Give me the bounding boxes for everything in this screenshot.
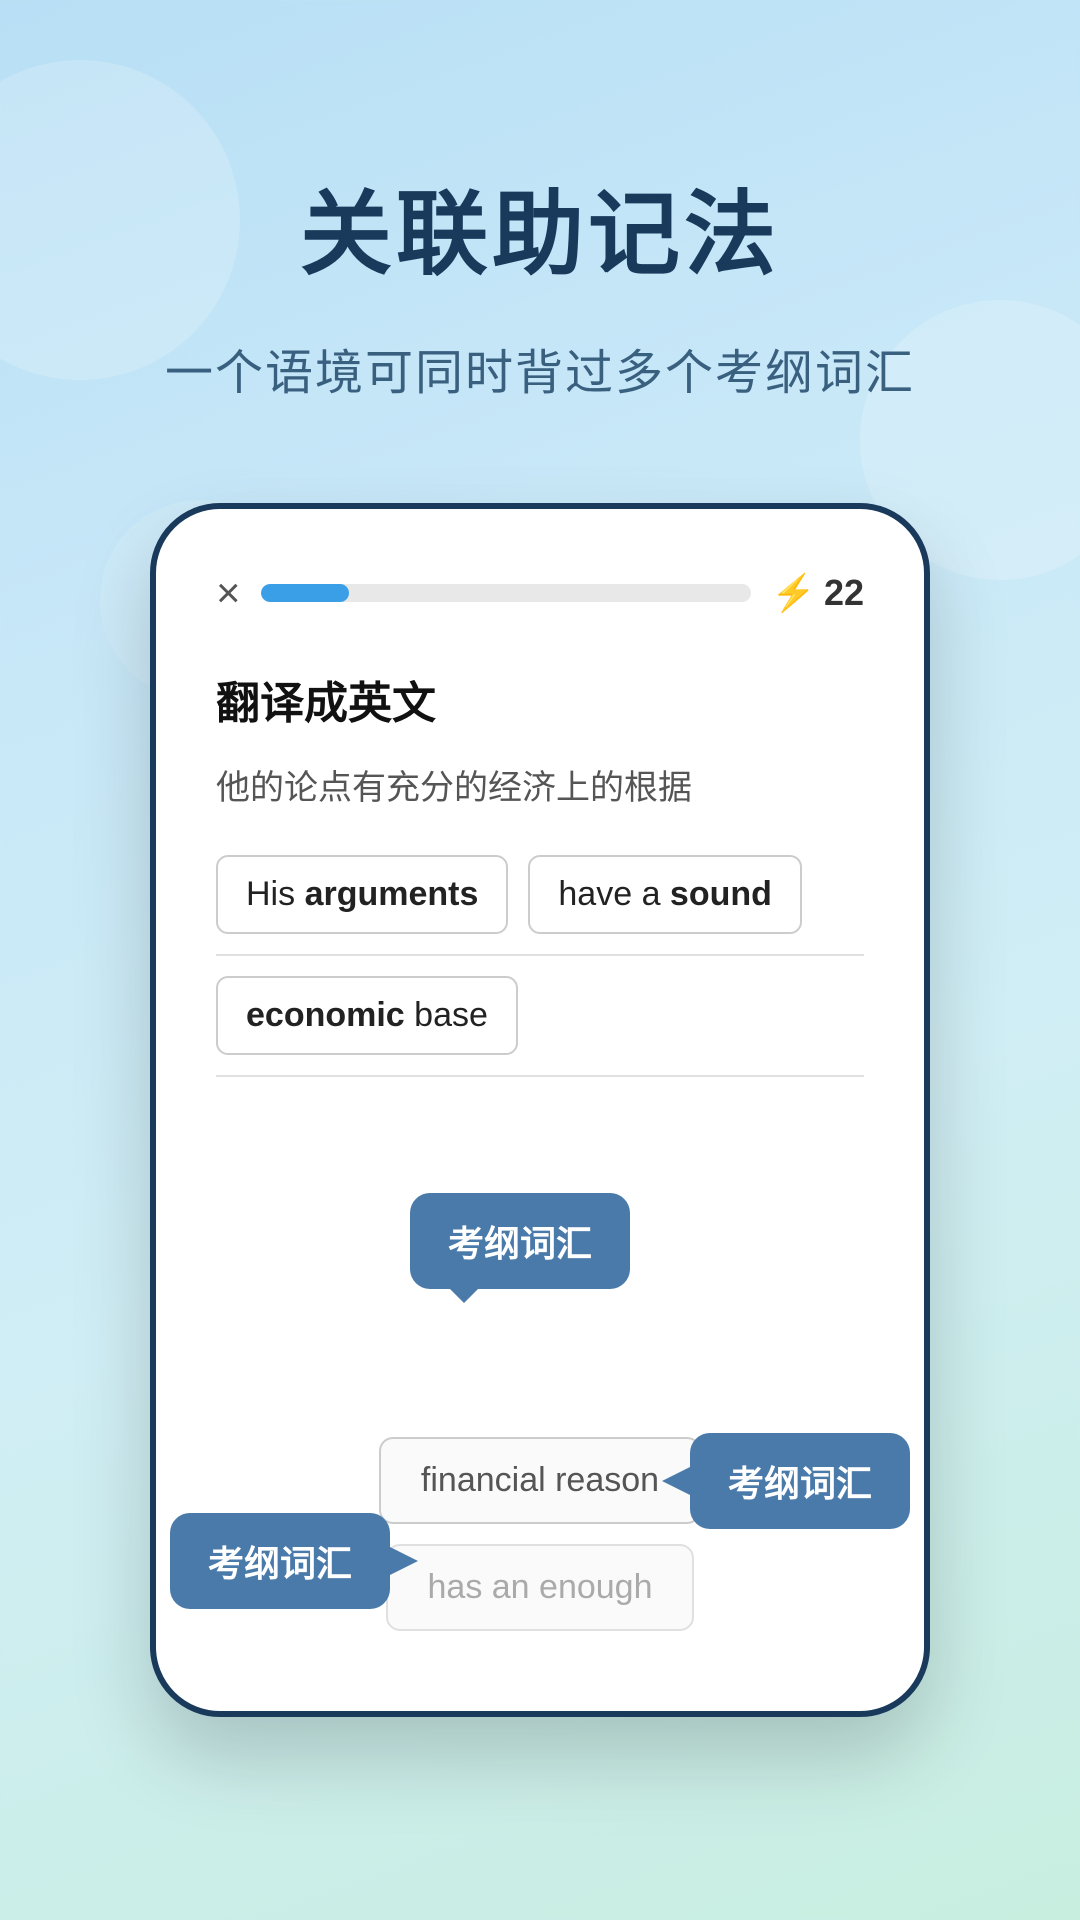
tooltip-3-label: 考纲词汇 [208, 1543, 352, 1584]
answer-word-sound: sound [670, 875, 772, 913]
subtitle: 一个语境可同时背过多个考纲词汇 [165, 333, 915, 403]
answer-divider-2 [216, 1075, 864, 1077]
answer-row-1: His arguments have a sound [216, 855, 864, 934]
option-has-an-enough[interactable]: has an enough [386, 1544, 695, 1631]
answer-word-economic: economic [246, 996, 405, 1034]
option-financial-reason[interactable]: financial reason [379, 1437, 701, 1524]
answer-chip-3: economic base [216, 976, 518, 1055]
answer-chip-2: have a sound [528, 855, 802, 934]
option-has-an-enough-text: has an enough [428, 1568, 653, 1606]
tooltip-bubble-2: 考纲词汇 [690, 1433, 910, 1529]
chinese-sentence: 他的论点有充分的经济上的根据 [216, 761, 864, 815]
progress-bar-row: × ⚡ 22 [216, 569, 864, 617]
main-title: 关联助记法 [300, 160, 780, 293]
score-badge: ⚡ 22 [771, 572, 864, 614]
progress-fill [261, 584, 349, 602]
answer-chip-1: His arguments [216, 855, 508, 934]
tooltip-bubble-3: 考纲词汇 [170, 1513, 390, 1609]
progress-track [261, 584, 752, 602]
answer-word-arguments: arguments [305, 875, 479, 913]
tooltip-2-label: 考纲词汇 [728, 1463, 872, 1504]
score-value: 22 [824, 572, 864, 614]
tooltip-1-label: 考纲词汇 [448, 1223, 592, 1264]
close-button[interactable]: × [216, 569, 241, 617]
answer-row-2: economic base [216, 976, 864, 1055]
tooltip-bubble-1: 考纲词汇 [410, 1193, 630, 1289]
section-title: 翻译成英文 [216, 667, 864, 731]
answer-divider-1 [216, 954, 864, 956]
option-financial-reason-text: financial reason [421, 1461, 659, 1499]
lightning-icon: ⚡ [771, 572, 816, 614]
